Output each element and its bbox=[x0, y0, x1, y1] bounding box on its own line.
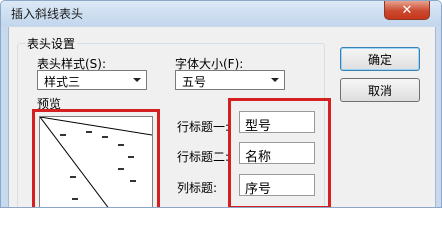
dialog-title: 插入斜线表头 bbox=[11, 7, 84, 21]
title-inputs-highlight bbox=[228, 98, 331, 207]
style-select[interactable]: 样式三 bbox=[37, 70, 147, 90]
cancel-button[interactable]: 取消 bbox=[340, 78, 420, 102]
style-select-value: 样式三 bbox=[44, 75, 81, 89]
close-button[interactable]: ✕ bbox=[384, 1, 430, 20]
header-settings-label: 表头设置 bbox=[25, 35, 78, 52]
col-title-label: 列标题: bbox=[177, 181, 218, 195]
close-icon: ✕ bbox=[401, 2, 413, 18]
chevron-down-icon[interactable] bbox=[268, 73, 282, 87]
font-size-select-value: 五号 bbox=[182, 75, 207, 89]
insert-diagonal-header-dialog: 插入斜线表头 ✕ 表头设置 表头样式(S): 样式三 字体大小(F): 五号 确… bbox=[0, 0, 442, 208]
chevron-down-icon[interactable] bbox=[130, 73, 144, 87]
ok-button[interactable]: 确定 bbox=[340, 47, 420, 71]
row-title-2-label: 行标题二: bbox=[177, 150, 230, 164]
font-size-select[interactable]: 五号 bbox=[175, 70, 285, 90]
title-bar[interactable]: 插入斜线表头 ✕ bbox=[1, 1, 441, 26]
row-title-1-label: 行标题一: bbox=[177, 120, 230, 134]
preview-highlight bbox=[32, 109, 160, 207]
